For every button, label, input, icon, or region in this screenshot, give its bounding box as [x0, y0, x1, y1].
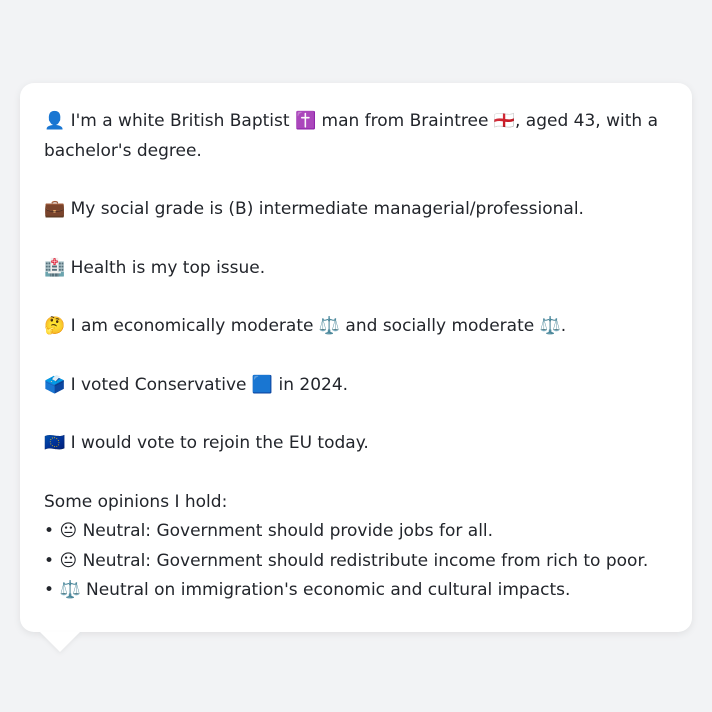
ideology-line: 🤔 I am economically moderate ⚖️ and soci… — [44, 316, 567, 336]
eu-stance-line: 🇪🇺 I would vote to rejoin the EU today. — [44, 433, 369, 453]
bubble-tail — [40, 631, 80, 652]
speech-bubble: 👤 I'm a white British Baptist ✝️ man fro… — [20, 83, 692, 632]
vote-line: 🗳️ I voted Conservative 🟦 in 2024. — [44, 374, 349, 395]
opinion-item: 😐 Neutral: Government should redistribut… — [44, 547, 668, 577]
identity-line: 👤 I'm a white British Baptist ✝️ man fro… — [44, 111, 658, 161]
social-grade-line: 💼 My social grade is (B) intermediate ma… — [44, 199, 584, 219]
opinions-heading: Some opinions I hold: — [44, 491, 228, 512]
opinions-list: 😐 Neutral: Government should provide job… — [44, 517, 668, 606]
persona-card: 👤 I'm a white British Baptist ✝️ man fro… — [20, 83, 692, 652]
top-issue-line: 🏥 Health is my top issue. — [44, 257, 266, 278]
opinion-item: 😐 Neutral: Government should provide job… — [44, 517, 668, 547]
opinion-item: ⚖️ Neutral on immigration's economic and… — [44, 576, 668, 606]
